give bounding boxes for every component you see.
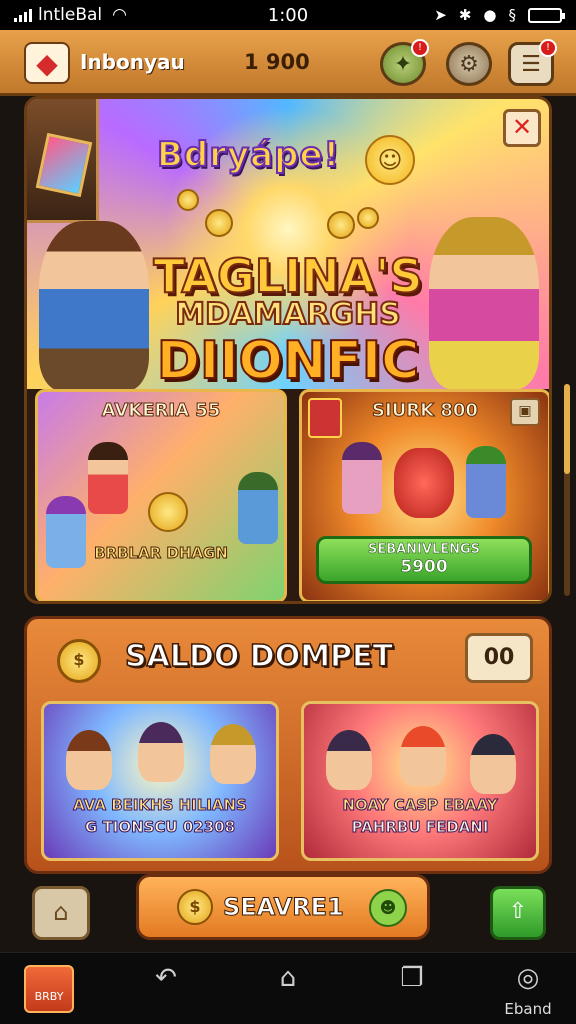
menu-icon: ☰	[521, 51, 541, 77]
wallet-title: SALDO DOMPET	[124, 638, 394, 675]
event-title: AVA BEIKHS HILIANS	[73, 796, 248, 815]
back-icon[interactable]: ↶	[136, 963, 196, 993]
nav-profile-label: Eband	[504, 1000, 552, 1018]
event-subtitle: G TIONSCU 02308	[84, 818, 236, 837]
offer-card-title: SIURK 800	[372, 400, 479, 422]
coin-decoration	[205, 209, 233, 237]
home-icon: ⌂	[53, 898, 69, 926]
smiley-coin-icon: ☺	[365, 135, 415, 185]
bottom-navigation: BRBY ↶ ⌂ ❐ ◎	[0, 952, 576, 1024]
character-figure	[238, 472, 278, 544]
character-figure	[66, 730, 112, 790]
rewards-button[interactable]: ✦ !	[380, 39, 429, 86]
nfc-icon: §	[508, 6, 517, 24]
coin-decoration	[357, 207, 379, 229]
offer-card-right[interactable]: ▣ SIURK 800 SEBANIVLENGS 5900	[299, 389, 549, 601]
banner-title-line3: DIIONFIC	[156, 330, 421, 392]
search-button-label: SEAVRE1	[223, 893, 345, 922]
carrier-name: lntleBal	[38, 5, 103, 25]
clock: 1:00	[267, 4, 309, 26]
character-figure	[88, 442, 128, 514]
house-up-icon: ⇧	[508, 899, 528, 924]
username-label: Inbonyau	[80, 50, 185, 74]
scrollbar[interactable]	[564, 384, 570, 596]
hero-banner[interactable]: Bdryápe! ☺ TAGLINA'S MDAMARGHS DIIONFIC …	[27, 99, 549, 392]
featured-panel: Bdryápe! ☺ TAGLINA'S MDAMARGHS DIIONFIC …	[24, 96, 552, 604]
close-button[interactable]: ✕	[503, 109, 541, 147]
battery-icon	[528, 7, 565, 23]
star-icon: ✦	[393, 51, 413, 77]
claim-button-price: 5900	[400, 557, 448, 578]
recents-icon[interactable]: ❐	[382, 963, 442, 993]
coin-balance: 1 900	[244, 50, 310, 74]
home-outline-icon[interactable]: ⌂	[258, 963, 318, 993]
alert-icon: ●	[483, 6, 497, 24]
event-card[interactable]: NOAY CASP EBAAY PAHRBU FEDANI	[301, 701, 539, 861]
claim-button[interactable]: SEBANIVLENGS 5900	[316, 536, 532, 584]
event-subtitle: PAHRBU FEDANI	[351, 818, 489, 837]
offer-card-subtitle: BRBLAR DHAGN	[94, 544, 229, 563]
close-icon: ✕	[511, 113, 533, 141]
character-figure	[470, 734, 516, 794]
nav-home-tab[interactable]: BRBY	[24, 965, 74, 1013]
character-figure	[342, 442, 382, 514]
scrollbar-thumb[interactable]	[564, 384, 570, 474]
wifi-icon: ◠	[112, 5, 127, 25]
gear-icon: ⚙	[459, 51, 479, 77]
character-figure	[138, 722, 184, 782]
promo-word: Bdryápe!	[156, 134, 341, 176]
location-icon: ➤	[434, 6, 447, 24]
status-bar: lntleBal ◠ 1:00 ➤ ✱ ● §	[0, 0, 576, 30]
upgrade-button[interactable]: ⇧	[490, 886, 546, 940]
coin-icon: $	[57, 639, 101, 683]
banner-title-line1: TAGLINA'S	[153, 248, 424, 304]
character-figure	[210, 724, 256, 784]
settings-button[interactable]: ⚙	[446, 42, 492, 86]
coin-decoration	[327, 211, 355, 239]
back-arrow-icon: ◆	[36, 46, 58, 80]
signal-icon	[14, 8, 32, 22]
menu-notification-badge: !	[539, 39, 557, 57]
back-button[interactable]: ◆	[24, 42, 70, 84]
event-title: NOAY CASP EBAAY	[342, 796, 498, 815]
coin-icon: $	[177, 889, 213, 925]
banner-title-line2: MDAMARGHS	[174, 296, 401, 333]
home-button[interactable]: ⌂	[32, 886, 90, 940]
search-button[interactable]: $ SEAVRE1 ☻	[136, 874, 430, 940]
emoji-icon: ☻	[369, 889, 407, 927]
notification-badge: !	[411, 39, 429, 57]
claim-button-label: SEBANIVLENGS	[367, 542, 481, 558]
menu-button[interactable]: ☰ !	[508, 39, 557, 86]
character-figure	[394, 448, 454, 518]
top-header: ◆ Inbonyau 1 900 ✦ ! ⚙ ☰ !	[0, 30, 576, 96]
offer-card-title: AVKERIA 55	[101, 400, 221, 422]
wallet-section: $ SALDO DOMPET 00 AVA BEIKHS HILIANS G T…	[24, 616, 552, 874]
character-figure	[326, 730, 372, 790]
wallet-balance[interactable]: 00	[465, 633, 533, 683]
character-figure	[466, 446, 506, 518]
bluetooth-icon: ✱	[458, 6, 472, 24]
offer-card-left[interactable]: AVKERIA 55 BRBLAR DHAGN	[35, 389, 287, 601]
nav-home-label: BRBY	[34, 990, 64, 1003]
profile-icon[interactable]: ◎	[498, 963, 558, 993]
lantern-decoration	[27, 99, 99, 223]
smiley-coin-icon	[148, 492, 188, 532]
event-card[interactable]: AVA BEIKHS HILIANS G TIONSCU 02308	[41, 701, 279, 861]
character-figure	[400, 726, 446, 786]
coin-decoration	[177, 189, 199, 211]
